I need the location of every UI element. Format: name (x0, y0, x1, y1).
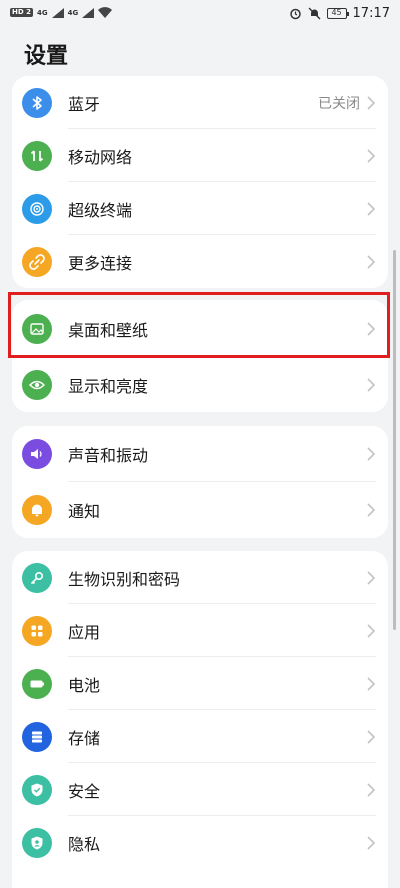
scrollbar[interactable] (393, 250, 396, 630)
privacy-icon (22, 827, 52, 858)
settings-item-label: 通知 (68, 502, 101, 521)
settings-item-notifications[interactable]: 通知 (12, 482, 388, 538)
settings-item-bluetooth[interactable]: 蓝牙 已关闭 (12, 76, 388, 129)
settings-item-storage[interactable]: 存储 (12, 710, 388, 763)
chevron-right-icon (367, 378, 376, 392)
settings-item-label: 超级终端 (68, 200, 133, 220)
settings-item-super-device[interactable]: 超级终端 (12, 182, 388, 235)
apps-icon (22, 615, 52, 646)
settings-item-sound-vibration[interactable]: 声音和振动 (12, 426, 388, 482)
settings-item-label: 桌面和壁纸 (68, 321, 149, 340)
chevron-right-icon (367, 676, 376, 691)
chevron-right-icon (367, 148, 376, 163)
settings-item-mobile-network[interactable]: 移动网络 (12, 129, 388, 182)
wifi-icon (98, 7, 113, 18)
signal-icon-2 (82, 7, 95, 18)
bell-icon (22, 495, 52, 525)
chevron-right-icon (367, 95, 376, 110)
mute-bell-icon (308, 7, 320, 20)
settings-item-apps[interactable]: 应用 (12, 604, 388, 657)
battery-icon (22, 668, 52, 699)
settings-item-label: 蓝牙 (68, 94, 101, 114)
shield-icon (22, 774, 52, 805)
alarm-icon (289, 8, 301, 20)
hd-badge: HD 2 (10, 8, 33, 17)
settings-item-label: 更多连接 (68, 253, 133, 273)
chevron-right-icon (367, 201, 376, 216)
storage-icon (22, 721, 52, 752)
bluetooth-icon (22, 87, 52, 118)
status-left: HD 2 4G 4G (10, 7, 113, 18)
network-type-2: 4G (67, 8, 79, 17)
settings-item-label: 电池 (68, 675, 101, 695)
super-device-icon (22, 193, 52, 224)
settings-item-label: 生物识别和密码 (68, 569, 181, 589)
settings-item-label: 存储 (68, 728, 101, 748)
wallpaper-icon (22, 314, 52, 344)
settings-item-label: 移动网络 (68, 147, 133, 167)
settings-item-label: 隐私 (68, 834, 101, 854)
chevron-right-icon (367, 782, 376, 797)
settings-item-biometrics-password[interactable]: 生物识别和密码 (12, 551, 388, 604)
settings-item-security[interactable]: 安全 (12, 763, 388, 816)
clock: 17:17 (352, 6, 390, 21)
settings-item-privacy[interactable]: 隐私 (12, 816, 388, 869)
chevron-right-icon (367, 835, 376, 850)
chevron-right-icon (367, 254, 376, 269)
chevron-right-icon (367, 570, 376, 585)
chevron-right-icon (367, 623, 376, 638)
status-bar: HD 2 4G 4G 45 17:17 (0, 0, 400, 28)
mobile-data-icon (22, 140, 52, 171)
signal-icon-1 (51, 7, 64, 18)
settings-item-more-connections[interactable]: 更多连接 (12, 235, 388, 288)
settings-item-home-wallpaper[interactable]: 桌面和壁纸 (12, 300, 388, 358)
settings-item-label: 应用 (68, 622, 101, 642)
link-icon (22, 246, 52, 277)
bluetooth-status-value: 已关闭 (318, 95, 360, 112)
settings-item-label: 安全 (68, 781, 101, 801)
settings-item-display-brightness[interactable]: 显示和亮度 (12, 358, 388, 412)
card-sound-notification: 声音和振动 通知 (12, 426, 388, 538)
status-right: 45 17:17 (289, 6, 390, 21)
battery-indicator: 45 (326, 8, 349, 19)
card-display: 桌面和壁纸 显示和亮度 (12, 300, 388, 412)
chevron-right-icon (367, 729, 376, 744)
chevron-right-icon (367, 322, 376, 336)
settings-item-label: 声音和振动 (68, 446, 149, 465)
settings-item-label: 显示和亮度 (68, 377, 149, 396)
key-icon (22, 562, 52, 593)
card-system: 生物识别和密码 应用 电池 存储 安全 隐私 (12, 551, 388, 888)
page-title: 设置 (24, 44, 69, 69)
chevron-right-icon (367, 503, 376, 517)
eye-icon (22, 370, 52, 400)
settings-item-battery[interactable]: 电池 (12, 657, 388, 710)
sound-icon (22, 439, 52, 469)
chevron-right-icon (367, 447, 376, 461)
card-connectivity: 蓝牙 已关闭 移动网络 超级终端 更多连接 (12, 76, 388, 288)
network-type-1: 4G (36, 8, 48, 17)
